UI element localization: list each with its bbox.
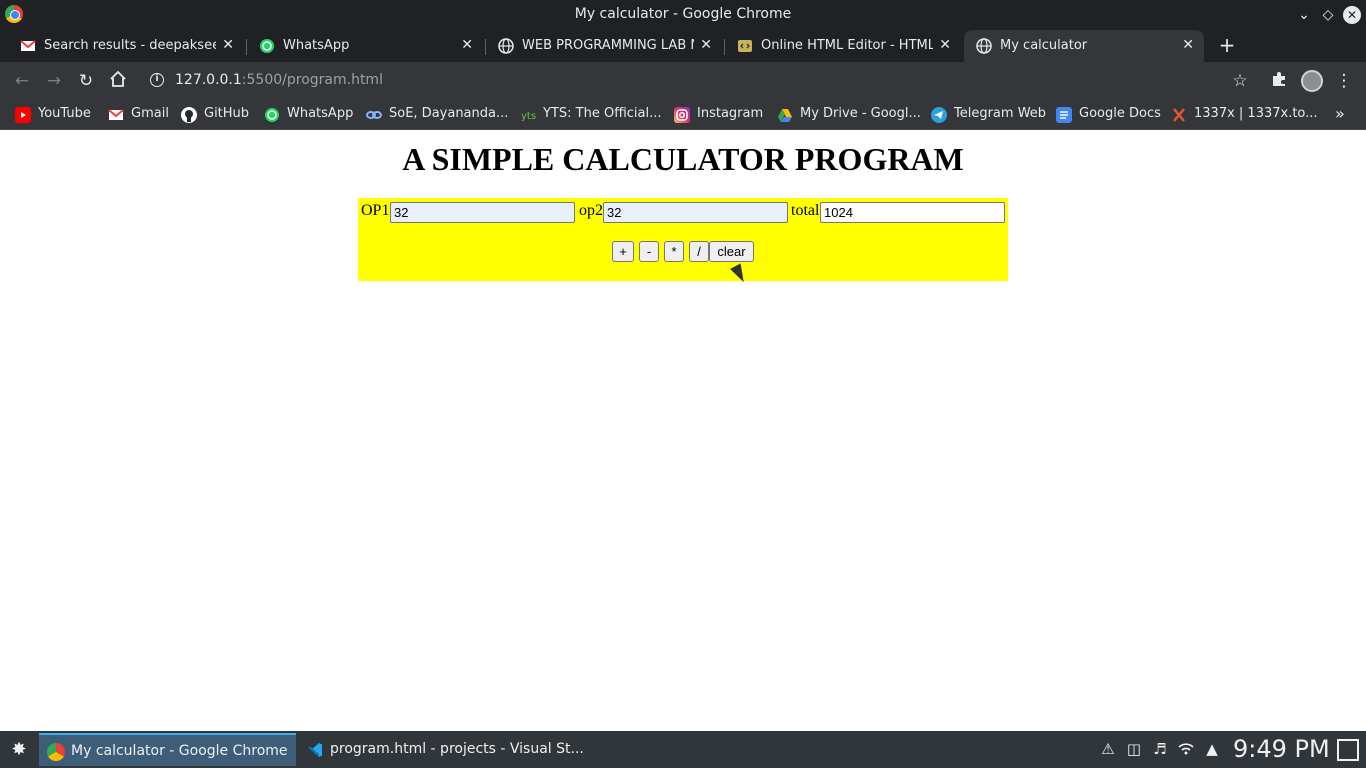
new-tab-icon[interactable]: + bbox=[1215, 33, 1239, 57]
youtube-icon bbox=[15, 107, 31, 123]
tab-label: My calculator bbox=[1000, 38, 1088, 53]
tab-online-html-editor[interactable]: Online HTML Editor - HTML- ✕ bbox=[725, 30, 961, 62]
bookmarks-overflow-icon[interactable]: » bbox=[1335, 104, 1345, 123]
window-title: My calculator - Google Chrome bbox=[574, 6, 792, 22]
calculator-form: OP1 32 op2 32 total 1024 + - * / clear bbox=[358, 198, 1008, 281]
vscode-icon bbox=[306, 741, 324, 759]
page-heading: A SIMPLE CALCULATOR PROGRAM bbox=[402, 141, 964, 177]
github-icon bbox=[181, 107, 197, 123]
taskbar: ✸ My calculator - Google Chrome program.… bbox=[0, 731, 1366, 768]
telegram-icon bbox=[931, 107, 947, 123]
tab-search-results[interactable]: Search results - deepakseervi ✕ bbox=[8, 30, 244, 62]
reload-icon[interactable]: ↻ bbox=[75, 70, 97, 92]
bookmark-label: YouTube bbox=[38, 106, 91, 121]
op1-input[interactable]: 32 bbox=[390, 202, 575, 223]
bookmark-label: My Drive - Googl... bbox=[800, 106, 921, 121]
close-tab-icon[interactable]: ✕ bbox=[939, 37, 951, 53]
task-label: program.html - projects - Visual St... bbox=[330, 741, 584, 757]
tab-my-calculator[interactable]: My calculator ✕ bbox=[964, 30, 1204, 62]
docs-icon bbox=[1056, 107, 1072, 123]
svg-text:yts: yts bbox=[521, 111, 536, 122]
chrome-icon bbox=[47, 743, 65, 761]
total-input[interactable]: 1024 bbox=[820, 202, 1005, 223]
subtract-button[interactable]: - bbox=[639, 241, 659, 262]
extensions-icon[interactable] bbox=[1268, 70, 1290, 92]
tab-label: Search results - deepakseervi bbox=[44, 38, 216, 53]
tab-label: Online HTML Editor - HTML- bbox=[761, 38, 933, 53]
bookmark-label: SoE, Dayananda... bbox=[389, 106, 509, 121]
gmail-icon bbox=[108, 107, 124, 123]
url-path: :5500/program.html bbox=[241, 72, 383, 88]
bookmark-label: WhatsApp bbox=[287, 106, 354, 121]
bookmark-star-icon[interactable]: ☆ bbox=[1229, 70, 1251, 92]
tab-label: WEB PROGRAMMING LAB MA bbox=[522, 38, 694, 53]
window-titlebar: My calculator - Google Chrome ⌄ ◇ ✕ bbox=[0, 0, 1366, 30]
bookmark-label: Google Docs bbox=[1079, 106, 1161, 121]
home-icon[interactable] bbox=[107, 70, 129, 92]
close-window-icon[interactable]: ✕ bbox=[1343, 6, 1361, 24]
volume-icon[interactable]: ♬ bbox=[1151, 740, 1169, 758]
clipboard-icon[interactable]: ◫ bbox=[1125, 740, 1143, 758]
profile-avatar[interactable] bbox=[1301, 70, 1323, 92]
bookmark-label: 1337x | 1337x.to... bbox=[1194, 106, 1318, 121]
bookmark-label: Telegram Web bbox=[954, 106, 1047, 121]
maximize-icon[interactable]: ◇ bbox=[1318, 5, 1338, 25]
task-label: My calculator - Google Chrome bbox=[71, 743, 288, 759]
link-icon bbox=[366, 107, 382, 123]
x-icon bbox=[1171, 107, 1187, 123]
notifications-icon[interactable]: ⚠ bbox=[1099, 740, 1117, 758]
tab-web-programming[interactable]: WEB PROGRAMMING LAB MA ✕ bbox=[486, 30, 722, 62]
application-launcher-icon[interactable]: ✸ bbox=[8, 739, 30, 761]
yts-icon: yts bbox=[520, 107, 536, 123]
close-tab-icon[interactable]: ✕ bbox=[1182, 37, 1194, 53]
add-button[interactable]: + bbox=[612, 241, 634, 262]
wifi-icon[interactable] bbox=[1177, 740, 1195, 758]
drive-icon bbox=[777, 107, 793, 123]
op2-input[interactable]: 32 bbox=[603, 202, 788, 223]
globe-icon bbox=[498, 38, 514, 54]
tray-expand-icon[interactable]: ▲ bbox=[1203, 740, 1221, 758]
url-text[interactable]: 127.0.0.1:5500/program.html bbox=[175, 72, 383, 88]
bookmark-label: Instagram bbox=[697, 106, 764, 121]
close-tab-icon[interactable]: ✕ bbox=[700, 37, 712, 53]
html-editor-icon bbox=[737, 38, 753, 54]
taskbar-task-vscode[interactable]: program.html - projects - Visual St... bbox=[298, 733, 584, 766]
tab-label: WhatsApp bbox=[283, 38, 350, 53]
globe-icon bbox=[976, 38, 992, 54]
divide-button[interactable]: / bbox=[689, 241, 709, 262]
url-host: 127.0.0.1 bbox=[175, 72, 242, 88]
menu-kebab-icon[interactable]: ⋮ bbox=[1333, 70, 1355, 92]
multiply-button[interactable]: * bbox=[664, 241, 684, 262]
close-tab-icon[interactable]: ✕ bbox=[222, 37, 234, 53]
total-label: total bbox=[791, 202, 820, 219]
whatsapp-icon bbox=[264, 107, 280, 123]
taskbar-task-chrome[interactable]: My calculator - Google Chrome bbox=[39, 733, 296, 766]
whatsapp-icon bbox=[259, 38, 275, 54]
op1-label: OP1 bbox=[361, 202, 390, 219]
clear-button[interactable]: clear bbox=[709, 241, 754, 262]
show-desktop-icon[interactable] bbox=[1337, 739, 1359, 761]
gmail-icon bbox=[20, 38, 36, 54]
back-icon[interactable]: ← bbox=[11, 70, 33, 92]
instagram-icon bbox=[674, 107, 690, 123]
address-bar[interactable]: i 127.0.0.1:5500/program.html bbox=[140, 66, 1265, 96]
bookmark-label: Gmail bbox=[131, 106, 169, 121]
forward-icon[interactable]: → bbox=[43, 70, 65, 92]
site-info-icon[interactable]: i bbox=[150, 73, 164, 87]
bookmark-label: YTS: The Official... bbox=[543, 106, 662, 121]
close-tab-icon[interactable]: ✕ bbox=[461, 37, 473, 53]
op2-label: op2 bbox=[579, 202, 603, 219]
tab-strip: Search results - deepakseervi ✕ WhatsApp… bbox=[0, 30, 1366, 62]
page-content: A SIMPLE CALCULATOR PROGRAM OP1 32 op2 3… bbox=[0, 131, 1366, 731]
tab-whatsapp[interactable]: WhatsApp ✕ bbox=[247, 30, 483, 62]
bookmarks-bar: YouTube Gmail GitHub WhatsApp SoE, Dayan… bbox=[0, 100, 1366, 130]
clock[interactable]: 9:49 PM bbox=[1233, 735, 1330, 763]
browser-toolbar: ← → ↻ i 127.0.0.1:5500/program.html ☆ ⋮ bbox=[0, 62, 1366, 100]
minimize-icon[interactable]: ⌄ bbox=[1294, 5, 1314, 25]
bookmark-label: GitHub bbox=[204, 106, 250, 121]
